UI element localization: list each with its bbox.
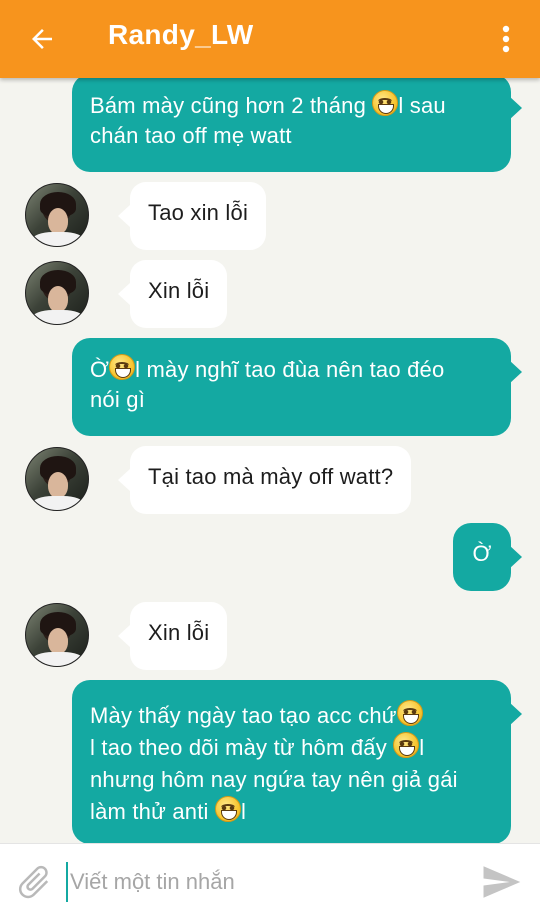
- attach-button[interactable]: [14, 860, 54, 904]
- message-composer: [0, 843, 540, 919]
- message-text: l: [419, 735, 425, 760]
- message-text: Tao xin lỗi: [148, 200, 249, 225]
- incoming-message[interactable]: Xin lỗi: [117, 602, 228, 670]
- outgoing-message[interactable]: Ờl mày nghĩ tao đùa nên tao đéo nói gì: [72, 338, 522, 436]
- grinning-emoji-icon: [109, 354, 136, 380]
- back-button[interactable]: [24, 21, 60, 57]
- outgoing-message[interactable]: Bám mày cũng hơn 2 tháng l sau chán tao …: [72, 74, 522, 172]
- message-text: Tại tao mà mày off watt?: [148, 464, 394, 489]
- contact-avatar[interactable]: [25, 183, 89, 247]
- message-text: Xin lỗi: [148, 278, 210, 303]
- page-title: Randy_LW: [108, 19, 254, 50]
- contact-avatar[interactable]: [25, 447, 89, 511]
- message-text: Xin lỗi: [148, 620, 210, 645]
- incoming-message[interactable]: Xin lỗi: [117, 260, 228, 328]
- message-text: chán tao off mẹ watt: [90, 123, 292, 148]
- message-text: Ờ: [472, 541, 492, 566]
- send-button[interactable]: [478, 859, 524, 905]
- grinning-emoji-icon: [214, 796, 241, 822]
- message-text: Mày thấy ngày tao tạo acc chứ: [90, 703, 397, 728]
- arrow-left-icon: [32, 29, 52, 49]
- overflow-menu-button[interactable]: [490, 19, 522, 59]
- grinning-emoji-icon: [396, 700, 423, 726]
- message-list[interactable]: Bám mày cũng hơn 2 tháng l sau chán tao …: [0, 0, 540, 843]
- message-text: nói gì: [90, 387, 146, 412]
- message-text: l tao theo dõi mày từ hôm đấy: [90, 735, 394, 760]
- more-vertical-icon: [502, 25, 510, 53]
- outgoing-message[interactable]: Ờ: [453, 523, 522, 591]
- message-text: l mày nghĩ tao đùa nên tao đéo: [135, 357, 445, 382]
- contact-avatar[interactable]: [25, 603, 89, 667]
- incoming-message[interactable]: Tao xin lỗi: [117, 182, 267, 250]
- grinning-emoji-icon: [372, 90, 399, 116]
- incoming-message[interactable]: Tại tao mà mày off watt?: [117, 446, 412, 514]
- send-icon: [483, 866, 521, 898]
- paperclip-icon: [18, 865, 49, 899]
- outgoing-message[interactable]: Mày thấy ngày tao tạo acc chứ l tao theo…: [72, 680, 522, 843]
- message-text: l: [240, 799, 247, 824]
- message-text: nhưng hôm nay ngứa tay nên giả gái: [90, 767, 458, 792]
- message-text: làm thử anti: [90, 799, 215, 824]
- message-input[interactable]: [66, 862, 466, 902]
- app-header: Randy_LW: [0, 0, 540, 78]
- message-text: Bám mày cũng hơn 2 tháng: [90, 93, 373, 118]
- grinning-emoji-icon: [393, 732, 420, 758]
- message-text: Ờ: [90, 357, 110, 382]
- message-text: l sau: [398, 93, 446, 118]
- contact-avatar[interactable]: [25, 261, 89, 325]
